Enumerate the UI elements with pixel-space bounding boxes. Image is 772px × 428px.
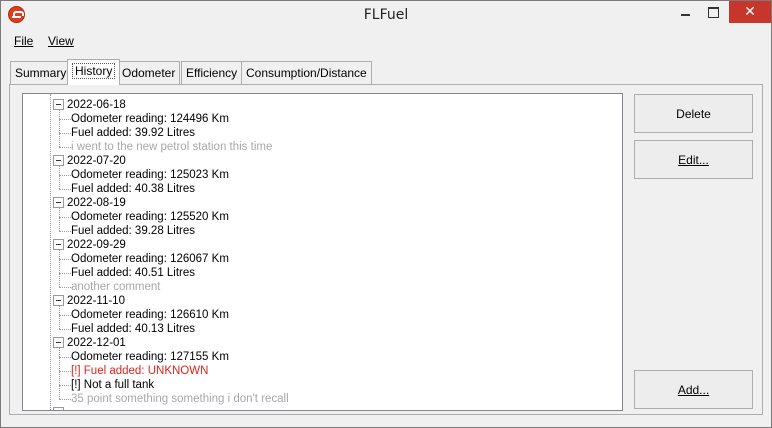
tree-branch-line — [59, 250, 60, 287]
detail-label: 35 point something something i don't rec… — [71, 393, 289, 405]
detail-label: [!] Fuel added: UNKNOWN — [71, 365, 209, 377]
main-window: FLFuel ✕ File View Summary History Odome… — [0, 0, 772, 428]
collapse-minus-icon[interactable] — [53, 99, 64, 110]
add-button[interactable]: Add... — [634, 370, 753, 409]
close-button[interactable]: ✕ — [729, 1, 771, 23]
edit-button[interactable]: Edit... — [634, 140, 753, 179]
detail-label: [!] Not a full tank — [71, 379, 155, 391]
tab-summary[interactable]: Summary — [10, 61, 72, 84]
detail-label: Odometer reading: 126610 Km — [71, 309, 229, 321]
add-button-label: Add... — [677, 382, 710, 397]
history-tree-list[interactable]: 2022-06-18 Odometer reading: 124496 Km Fue… — [23, 94, 607, 410]
minimize-button[interactable] — [671, 1, 699, 23]
tab-history[interactable]: History — [67, 59, 121, 85]
detail-label: Fuel added: 39.92 Litres — [71, 127, 196, 139]
detail-label: Fuel added: 40.38 Litres — [71, 183, 196, 195]
date-label: 2022-06-18 — [67, 99, 126, 111]
history-tree[interactable]: 2022-06-18 Odometer reading: 124496 Km Fue… — [22, 93, 623, 411]
collapse-minus-icon[interactable] — [53, 407, 64, 410]
window-title: FLFuel — [363, 7, 409, 23]
close-icon: ✕ — [744, 4, 756, 20]
menu-file-label: File — [14, 34, 34, 48]
detail-label: Odometer reading: 124496 Km — [71, 113, 229, 125]
detail-label: Fuel added: 40.51 Litres — [71, 267, 196, 279]
date-label: 2022-12-01 — [67, 337, 126, 349]
tree-branch-line — [59, 208, 60, 231]
title-bar[interactable]: FLFuel ✕ — [1, 1, 771, 29]
tree-trunk-line — [50, 94, 51, 410]
collapse-minus-icon[interactable] — [53, 337, 64, 348]
date-label: 2022-09-29 — [67, 239, 126, 251]
collapse-minus-icon[interactable] — [53, 239, 64, 250]
delete-button[interactable]: Delete — [634, 94, 753, 133]
detail-label: i went to the new petrol station this ti… — [71, 141, 273, 153]
menu-bar: File View — [2, 30, 771, 52]
date-label: 2022-11-10 — [67, 295, 125, 307]
tab-efficiency[interactable]: Efficiency — [181, 61, 243, 84]
detail-label: another comment — [71, 281, 161, 293]
detail-label: Odometer reading: 126067 Km — [71, 253, 229, 265]
date-label: 2022-08-19 — [67, 197, 126, 209]
detail-label: Odometer reading: 125023 Km — [71, 169, 229, 181]
tree-branch-line — [59, 348, 60, 399]
tab-history-label: History — [72, 63, 116, 79]
menu-view[interactable]: View — [48, 34, 74, 48]
tree-branch-line — [59, 110, 60, 147]
detail-label: Fuel added: 40.13 Litres — [71, 323, 196, 335]
detail-label: Odometer reading: 127155 Km — [71, 351, 229, 363]
collapse-minus-icon[interactable] — [53, 197, 64, 208]
detail-label: Odometer reading: 125520 Km — [71, 211, 229, 223]
collapse-minus-icon[interactable] — [53, 155, 64, 166]
tree-branch-line — [59, 306, 60, 329]
tab-consumption-distance[interactable]: Consumption/Distance — [241, 61, 372, 84]
tree-branch-line — [59, 166, 60, 189]
detail-label: Fuel added: 39.28 Litres — [71, 225, 196, 237]
tab-odometer[interactable]: Odometer — [117, 61, 181, 84]
menu-file[interactable]: File — [14, 34, 33, 48]
date-label: 2022-07-20 — [67, 155, 126, 167]
collapse-minus-icon[interactable] — [53, 295, 64, 306]
menu-view-label: View — [48, 34, 74, 48]
maximize-button[interactable] — [699, 1, 727, 23]
edit-button-label: Edit... — [678, 152, 709, 167]
